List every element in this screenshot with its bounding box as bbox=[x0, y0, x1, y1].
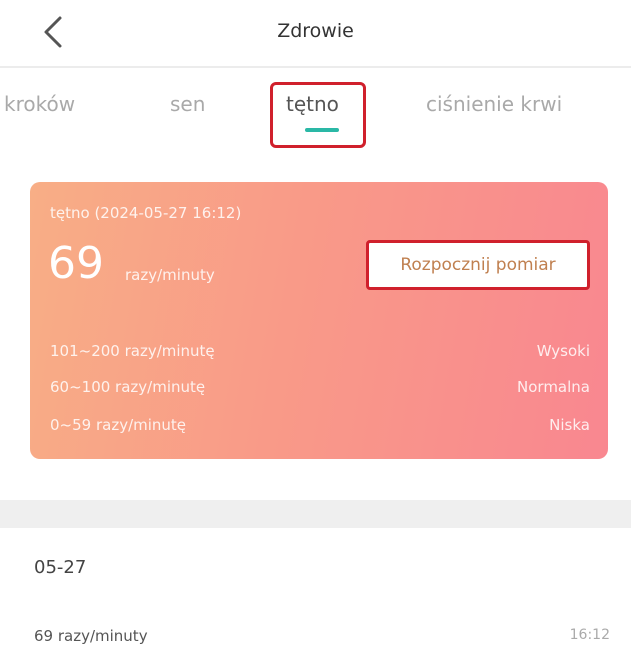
start-measurement-button[interactable]: Rozpocznij pomiar bbox=[366, 240, 590, 290]
history-time: 16:12 bbox=[569, 627, 610, 643]
section-separator bbox=[0, 500, 631, 528]
heart-rate-card: tętno (2024-05-27 16:12) 69 razy/minuty … bbox=[30, 182, 608, 459]
measurement-time: tętno (2024-05-27 16:12) bbox=[50, 204, 242, 222]
range-label: 101~200 razy/minutę bbox=[50, 342, 215, 360]
page-title: Zdrowie bbox=[277, 20, 354, 42]
header-bar: Zdrowie bbox=[0, 0, 631, 66]
heart-rate-value: 69 bbox=[48, 238, 104, 289]
heart-rate-unit: razy/minuty bbox=[125, 266, 215, 284]
tab-steps[interactable]: kroków bbox=[4, 92, 75, 116]
history-reading: 69 razy/minuty bbox=[34, 627, 148, 645]
history-row[interactable]: 69 razy/minuty 16:12 bbox=[34, 627, 610, 657]
history-date: 05-27 bbox=[34, 557, 87, 578]
tab-highlight-box bbox=[270, 82, 366, 148]
range-status: Niska bbox=[549, 416, 590, 434]
tab-sleep[interactable]: sen bbox=[170, 92, 205, 116]
range-status: Wysoki bbox=[536, 342, 590, 360]
tab-blood-pressure[interactable]: ciśnienie krwi bbox=[426, 92, 562, 116]
range-status: Normalna bbox=[517, 378, 590, 396]
range-label: 60~100 razy/minutę bbox=[50, 378, 206, 396]
range-label: 0~59 razy/minutę bbox=[50, 416, 187, 434]
